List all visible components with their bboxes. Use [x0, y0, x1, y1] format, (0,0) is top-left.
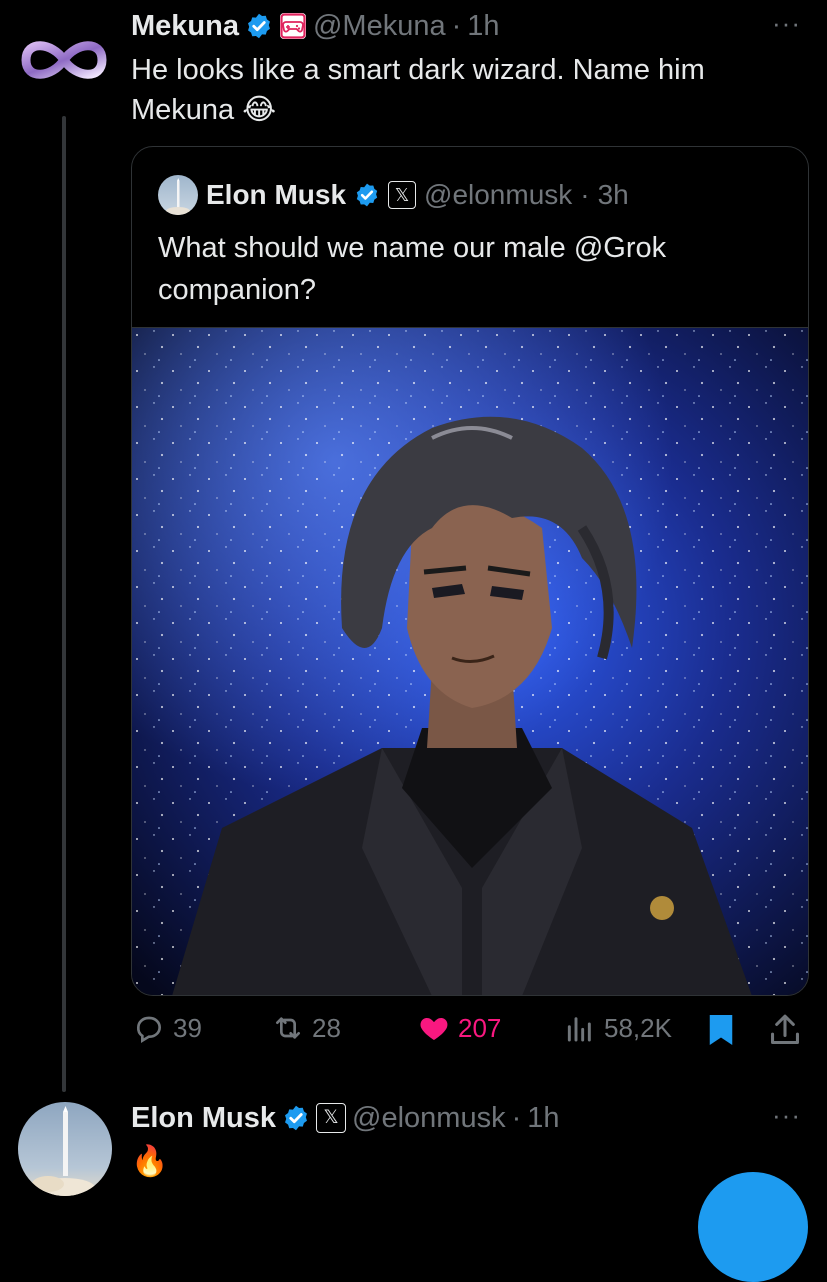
- next-tweet-header: Elon Musk 𝕏 @elonmusk · 1h: [131, 1098, 560, 1138]
- quoted-tweet[interactable]: Elon Musk 𝕏 @elonmusk · 3h What should w…: [131, 146, 809, 996]
- reply-header: Mekuna @Mekuna · 1h: [131, 6, 500, 46]
- avatar[interactable]: [18, 34, 110, 86]
- more-options-icon[interactable]: ···: [772, 1100, 801, 1131]
- more-options-icon[interactable]: ···: [772, 8, 801, 39]
- gamepad-icon: [279, 13, 306, 39]
- avatar[interactable]: [18, 1102, 112, 1196]
- compose-button[interactable]: [698, 1172, 808, 1282]
- bookmark-button[interactable]: [706, 1012, 736, 1053]
- timestamp[interactable]: 3h: [598, 179, 629, 211]
- quoted-author-handle[interactable]: @elonmusk: [424, 179, 572, 211]
- analytics-icon: [567, 1017, 591, 1042]
- quoted-header: Elon Musk 𝕏 @elonmusk · 3h: [158, 175, 629, 215]
- quoted-text: What should we name our male @Grok compa…: [158, 232, 667, 306]
- repost-count: 28: [312, 1012, 341, 1043]
- dot-separator: ·: [511, 1101, 522, 1134]
- author-name[interactable]: Elon Musk: [131, 1102, 276, 1135]
- quoted-media-image[interactable]: [132, 327, 808, 995]
- verified-badge-icon: [285, 1105, 307, 1131]
- reply-bubble-icon: [137, 1016, 161, 1044]
- infinity-icon: [21, 41, 107, 79]
- dot-separator: ·: [451, 9, 462, 42]
- x-affiliate-badge: 𝕏: [316, 1103, 347, 1133]
- author-handle[interactable]: @Mekuna: [313, 10, 446, 43]
- quoted-author-name[interactable]: Elon Musk: [206, 179, 346, 211]
- rocket-icon: [32, 1106, 95, 1196]
- thread-line: [62, 116, 66, 1092]
- bookmark-filled-icon: [709, 1015, 733, 1045]
- verified-badge-icon: [356, 183, 378, 207]
- share-button[interactable]: [768, 1012, 802, 1053]
- timestamp[interactable]: 1h: [527, 1102, 559, 1135]
- verified-badge-icon: [248, 13, 270, 39]
- heart-filled-icon: [420, 1018, 448, 1040]
- author-name[interactable]: Mekuna: [131, 10, 239, 43]
- reply-text: He looks like a smart dark wizard. Name …: [131, 54, 705, 126]
- share-icon: [771, 1014, 799, 1044]
- views-count: 58,2K: [604, 1012, 672, 1043]
- like-count: 207: [458, 1012, 502, 1043]
- next-tweet-text: 🔥: [131, 1145, 169, 1178]
- reply-count: 39: [173, 1012, 202, 1043]
- repost-icon: [276, 1017, 300, 1039]
- dot-separator: ·: [580, 179, 590, 210]
- character-illustration: [132, 328, 808, 995]
- rocket-icon: [166, 178, 190, 215]
- x-affiliate-badge: 𝕏: [388, 181, 417, 209]
- views-action[interactable]: 58,2K: [564, 1012, 672, 1044]
- avatar[interactable]: [158, 175, 198, 215]
- author-handle[interactable]: @elonmusk: [352, 1102, 506, 1135]
- timestamp[interactable]: 1h: [467, 10, 499, 43]
- like-action[interactable]: 207: [418, 1012, 501, 1044]
- repost-action[interactable]: 28: [272, 1012, 341, 1044]
- reply-action[interactable]: 39: [133, 1012, 202, 1044]
